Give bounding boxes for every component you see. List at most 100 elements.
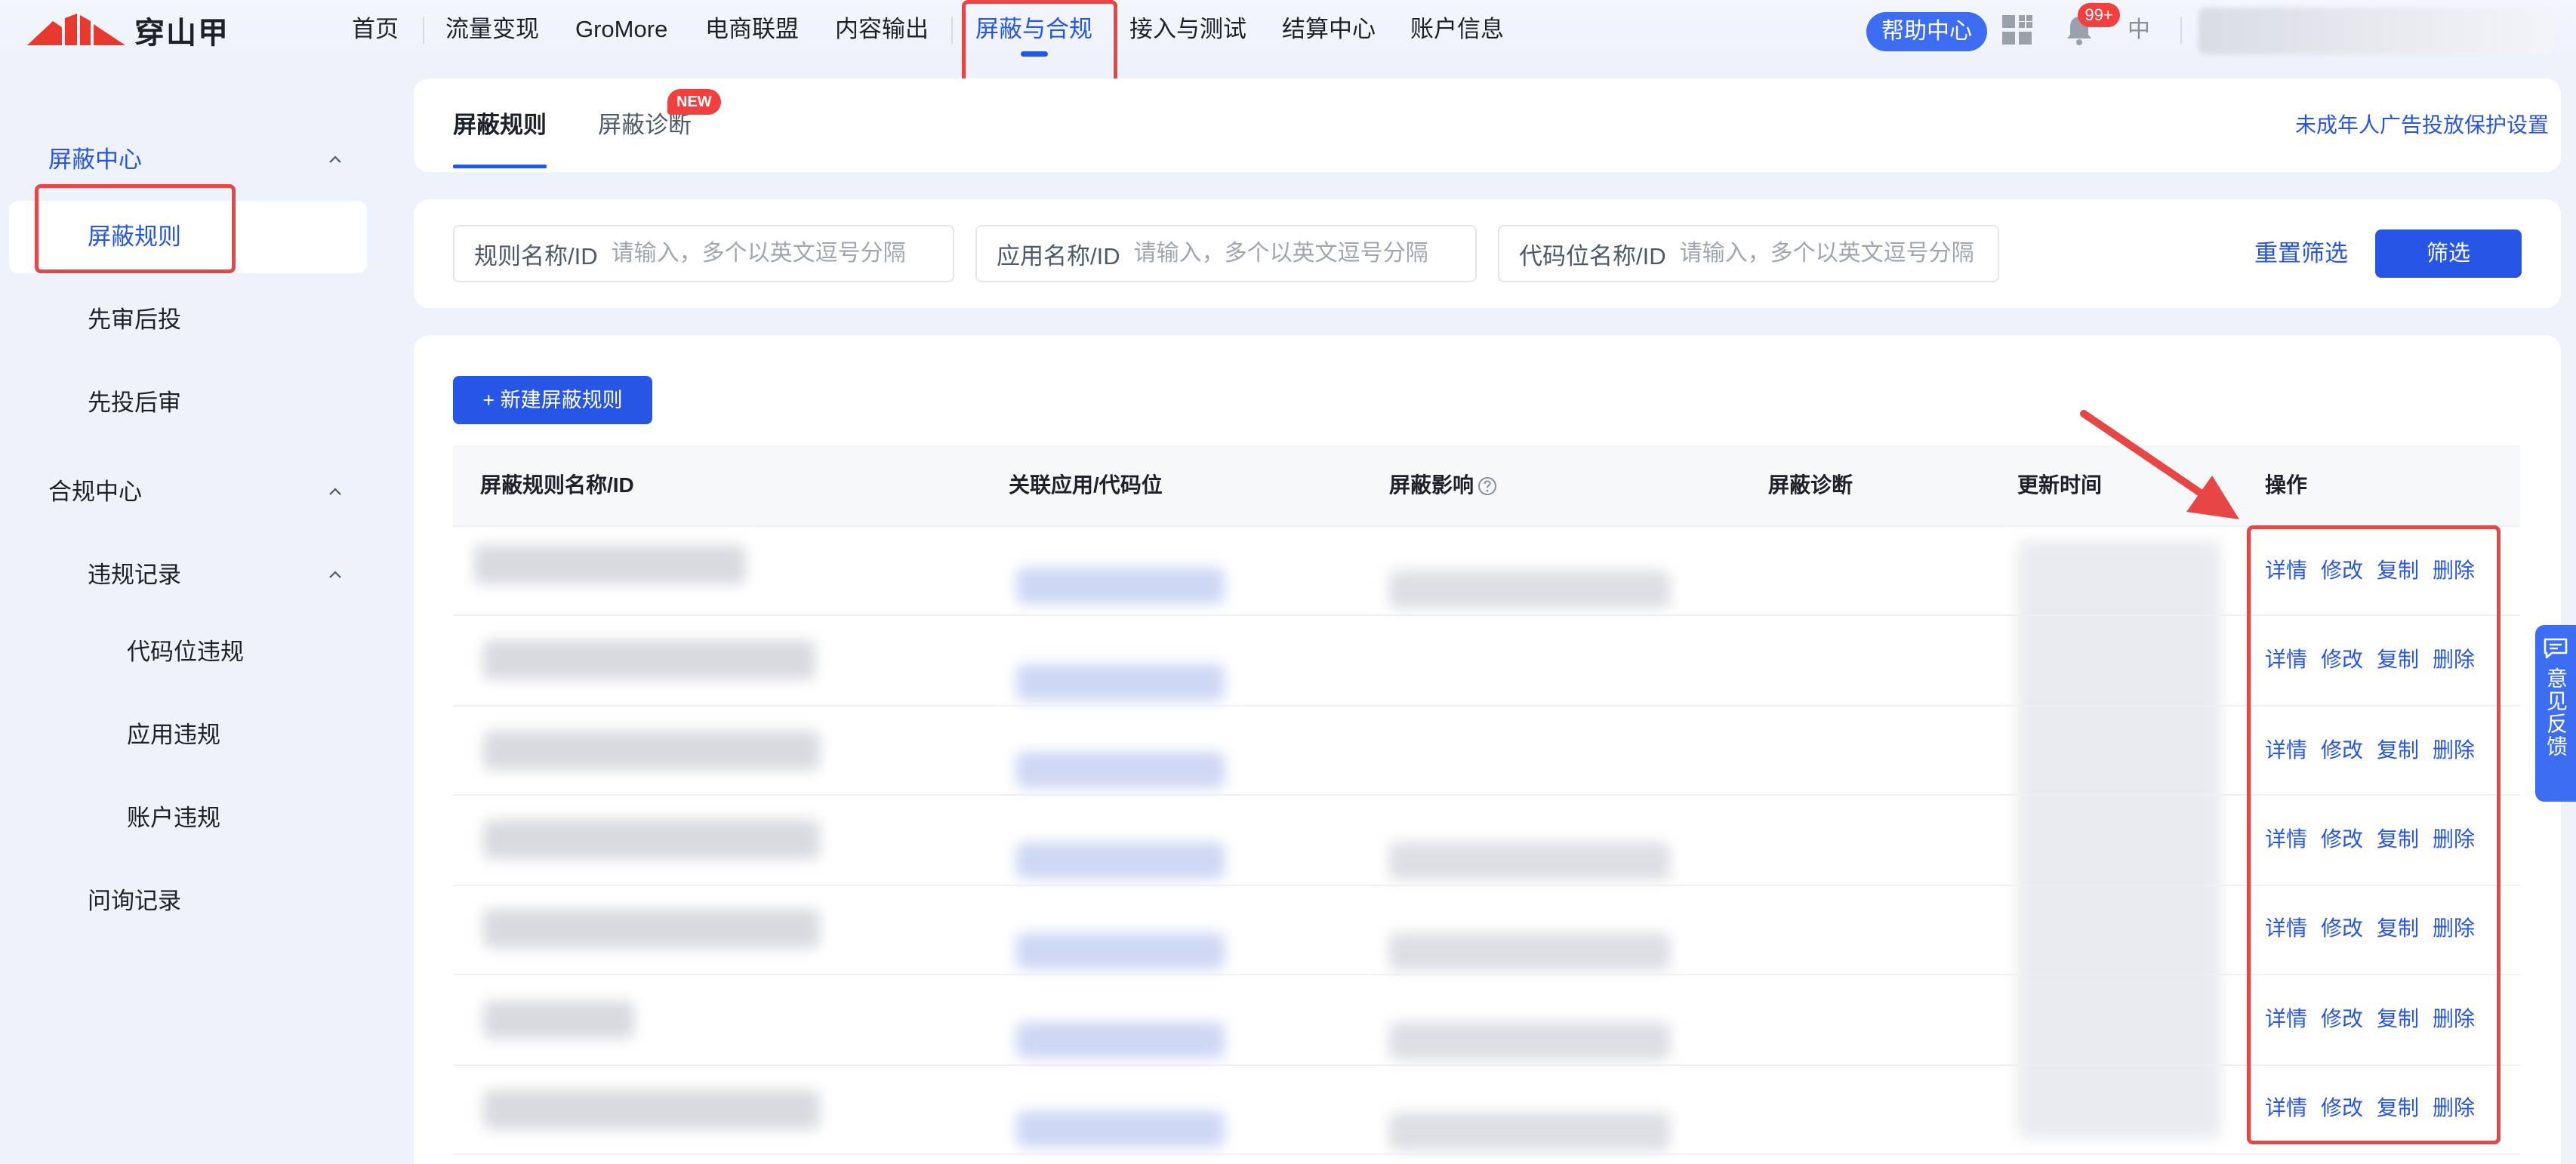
nav-gromore[interactable]: GroMore (575, 11, 667, 48)
brand-logo[interactable]: 穿山甲 (27, 12, 230, 50)
chevron-up-icon[interactable] (326, 151, 344, 169)
row-divider (453, 974, 2520, 975)
app-name-filter[interactable]: 应用名称/ID (975, 225, 1477, 282)
chevron-up-icon[interactable] (326, 483, 344, 501)
blurred-rule-name (483, 820, 820, 859)
row-divider (453, 885, 2520, 886)
question-circle-icon[interactable] (1477, 476, 1498, 497)
apps-grid-icon[interactable] (2001, 14, 2034, 47)
sidebar-item-review-before-serve[interactable]: 先审后投 (88, 303, 181, 337)
row-detail-link[interactable]: 详情 (2265, 556, 2307, 586)
sidebar-group-compliance-center[interactable]: 合规中心 (48, 476, 142, 509)
row-edit-link[interactable]: 修改 (2321, 556, 2363, 586)
nav-content-output[interactable]: 内容输出 (835, 11, 929, 48)
row-delete-link[interactable]: 删除 (2433, 913, 2475, 944)
blurred-linked-app (1016, 568, 1225, 604)
sidebar-item-app-violations[interactable]: 应用违规 (127, 719, 220, 752)
blurred-rule-name (474, 545, 746, 584)
chevron-up-icon[interactable] (326, 566, 344, 584)
nav-settlement-center[interactable]: 结算中心 (1282, 11, 1376, 48)
adslot-name-input[interactable] (1679, 241, 1998, 266)
row-detail-link[interactable]: 详情 (2265, 1004, 2307, 1034)
help-center-button[interactable]: 帮助中心 (1866, 12, 1987, 51)
blurred-impact (1389, 933, 1670, 971)
row-copy-link[interactable]: 复制 (2377, 735, 2419, 765)
row-divider (453, 705, 2520, 707)
row-detail-link[interactable]: 详情 (2265, 645, 2307, 675)
sidebar-item-inquiry-records[interactable]: 问询记录 (88, 885, 181, 918)
blurred-impact (1389, 842, 1670, 880)
blurred-linked-app (1016, 664, 1225, 701)
reset-filter-button[interactable]: 重置筛选 (2254, 239, 2348, 269)
nav-home[interactable]: 首页 (352, 11, 399, 48)
brand-name: 穿山甲 (134, 17, 230, 50)
row-delete-link[interactable]: 删除 (2433, 645, 2475, 675)
message-icon (2544, 638, 2568, 659)
rule-name-filter-label: 规则名称/ID (474, 242, 598, 269)
sidebar-item-adslot-violations[interactable]: 代码位违规 (127, 636, 244, 669)
blurred-impact (1389, 1113, 1670, 1150)
column-header-shield-diagnosis: 屏蔽诊断 (1768, 473, 1853, 497)
tab-active-indicator (453, 165, 547, 168)
row-copy-link[interactable]: 复制 (2377, 556, 2419, 586)
nav-integration-testing[interactable]: 接入与测试 (1129, 11, 1246, 48)
blurred-linked-app (1016, 1022, 1225, 1058)
row-edit-link[interactable]: 修改 (2321, 913, 2363, 944)
blurred-rule-name (483, 1001, 634, 1039)
row-copy-link[interactable]: 复制 (2377, 824, 2419, 855)
blurred-linked-app (1016, 752, 1225, 788)
blurred-rule-name (483, 1090, 820, 1129)
row-edit-link[interactable]: 修改 (2321, 645, 2363, 675)
blurred-linked-app (1016, 842, 1225, 879)
row-copy-link[interactable]: 复制 (2377, 913, 2419, 944)
column-header-shield-impact: 屏蔽影响 (1389, 473, 1474, 497)
sidebar-item-account-violations[interactable]: 账户违规 (127, 802, 220, 835)
rule-name-input[interactable] (611, 241, 953, 266)
row-edit-link[interactable]: 修改 (2321, 1093, 2363, 1123)
user-account-menu[interactable] (2199, 8, 2553, 54)
row-edit-link[interactable]: 修改 (2321, 735, 2363, 765)
row-delete-link[interactable]: 删除 (2433, 1004, 2475, 1034)
nav-divider (423, 17, 424, 44)
row-divider (453, 614, 2520, 616)
tab-shield-rules[interactable]: 屏蔽规则 (453, 109, 547, 142)
blurred-rule-name (483, 640, 815, 679)
adslot-name-filter-label: 代码位名称/ID (1519, 242, 1666, 269)
notification-badge: 99+ (2078, 3, 2120, 27)
row-edit-link[interactable]: 修改 (2321, 1004, 2363, 1034)
blurred-impact (1389, 571, 1670, 608)
nav-shield-compliance[interactable]: 屏蔽与合规 (975, 11, 1092, 48)
sidebar-item-shield-rules[interactable]: 屏蔽规则 (88, 220, 181, 254)
nav-ecommerce-alliance[interactable]: 电商联盟 (705, 11, 799, 48)
filter-submit-button[interactable]: 筛选 (2375, 229, 2522, 278)
row-delete-link[interactable]: 删除 (2433, 735, 2475, 765)
row-detail-link[interactable]: 详情 (2265, 1093, 2307, 1123)
language-switch[interactable]: 中 (2128, 14, 2150, 47)
sidebar-item-serve-before-review[interactable]: 先投后审 (88, 386, 181, 420)
blurred-rule-name (483, 909, 820, 948)
minor-ad-protection-link[interactable]: 未成年人广告投放保护设置 (2295, 110, 2549, 140)
row-detail-link[interactable]: 详情 (2265, 824, 2307, 855)
sidebar-selected-background (9, 201, 367, 273)
row-copy-link[interactable]: 复制 (2377, 1004, 2419, 1034)
create-shield-rule-button[interactable]: + 新建屏蔽规则 (453, 376, 652, 424)
new-badge: NEW (667, 89, 721, 115)
feedback-label: 意见反馈 (2544, 667, 2568, 758)
sidebar (0, 60, 393, 1164)
nav-traffic-monetization[interactable]: 流量变现 (445, 11, 539, 48)
row-delete-link[interactable]: 删除 (2433, 824, 2475, 855)
app-name-input[interactable] (1133, 241, 1475, 266)
row-delete-link[interactable]: 删除 (2433, 1093, 2475, 1123)
row-copy-link[interactable]: 复制 (2377, 1093, 2419, 1123)
row-detail-link[interactable]: 详情 (2265, 735, 2307, 765)
row-detail-link[interactable]: 详情 (2265, 913, 2307, 944)
adslot-name-filter[interactable]: 代码位名称/ID (1498, 225, 1999, 282)
rule-name-filter[interactable]: 规则名称/ID (453, 225, 954, 282)
sidebar-item-violation-records[interactable]: 违规记录 (88, 559, 181, 592)
row-copy-link[interactable]: 复制 (2377, 645, 2419, 675)
row-edit-link[interactable]: 修改 (2321, 824, 2363, 855)
nav-account-info[interactable]: 账户信息 (1410, 11, 1504, 48)
feedback-tab[interactable]: 意见反馈 (2535, 625, 2576, 802)
sidebar-group-shield-center[interactable]: 屏蔽中心 (48, 143, 142, 177)
row-delete-link[interactable]: 删除 (2433, 556, 2475, 586)
